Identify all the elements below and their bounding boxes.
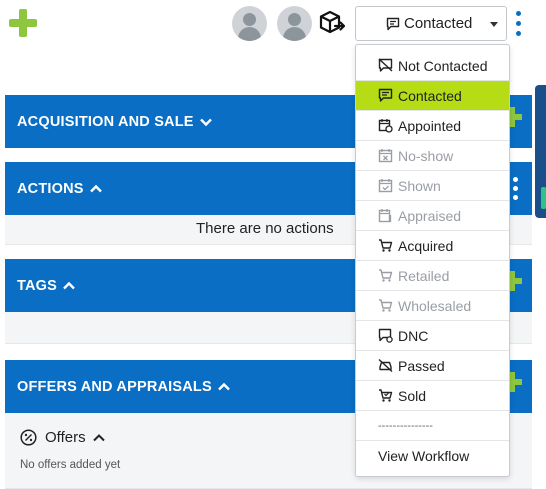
chat-icon xyxy=(378,88,393,102)
section-title: OFFERS AND APPRAISALS xyxy=(17,378,212,395)
avatar[interactable] xyxy=(232,6,267,41)
offers-label: Offers xyxy=(45,429,86,446)
chat-block-icon xyxy=(378,328,393,343)
more-options-icon[interactable] xyxy=(513,177,518,201)
chevron-up-icon xyxy=(63,281,75,289)
calendar-check-icon xyxy=(378,179,393,193)
menu-item-contacted[interactable]: Contacted xyxy=(356,81,509,111)
side-panel-edge xyxy=(535,85,546,218)
cart-check-icon xyxy=(379,389,393,402)
menu-item-appraised[interactable]: Appraised xyxy=(356,201,509,231)
cart-icon xyxy=(379,239,393,252)
cart-box-icon xyxy=(379,299,393,312)
section-title: TAGS xyxy=(17,277,58,294)
menu-item-wholesaled[interactable]: Wholesaled xyxy=(356,291,509,321)
more-options-icon[interactable] xyxy=(516,11,522,37)
status-value: Contacted xyxy=(404,15,473,32)
menu-separator: --------------- xyxy=(356,411,509,441)
menu-item-retailed[interactable]: Retailed xyxy=(356,261,509,291)
add-plus-icon[interactable] xyxy=(9,9,37,37)
offers-empty-text: No offers added yet xyxy=(20,459,121,471)
car-off-icon xyxy=(378,358,393,373)
cart-tag-icon xyxy=(379,269,393,282)
calendar-dollar-icon xyxy=(378,209,392,223)
chevron-up-icon xyxy=(92,433,105,441)
box-arrow-icon[interactable] xyxy=(318,10,346,36)
offers-toggle[interactable]: Offers xyxy=(20,429,106,446)
status-dropdown[interactable]: Contacted xyxy=(355,6,507,41)
chevron-up-icon xyxy=(89,184,102,192)
menu-item-appointed[interactable]: Appointed xyxy=(356,111,509,141)
calendar-x-icon xyxy=(378,149,393,163)
status-menu: Not Contacted Contacted Appointed No-sho… xyxy=(355,44,510,477)
calendar-clock-icon xyxy=(378,119,393,133)
chevron-down-icon xyxy=(490,22,498,27)
menu-item-not-contacted[interactable]: Not Contacted xyxy=(356,51,509,81)
avatar[interactable] xyxy=(277,6,312,41)
chat-icon xyxy=(386,17,400,31)
percent-icon xyxy=(20,429,37,446)
chevron-down-icon xyxy=(199,118,212,126)
chevron-up-icon xyxy=(218,382,230,390)
menu-item-passed[interactable]: Passed xyxy=(356,351,509,381)
menu-item-sold[interactable]: Sold xyxy=(356,381,509,411)
view-workflow-link[interactable]: View Workflow xyxy=(356,441,509,471)
menu-item-acquired[interactable]: Acquired xyxy=(356,231,509,261)
menu-item-no-show[interactable]: No-show xyxy=(356,141,509,171)
section-title: ACQUISITION AND SALE xyxy=(17,113,194,130)
chat-off-icon xyxy=(378,58,393,72)
menu-item-shown[interactable]: Shown xyxy=(356,171,509,201)
actions-empty-text: There are no actions xyxy=(196,220,334,237)
menu-item-dnc[interactable]: DNC xyxy=(356,321,509,351)
section-title: ACTIONS xyxy=(17,180,84,197)
